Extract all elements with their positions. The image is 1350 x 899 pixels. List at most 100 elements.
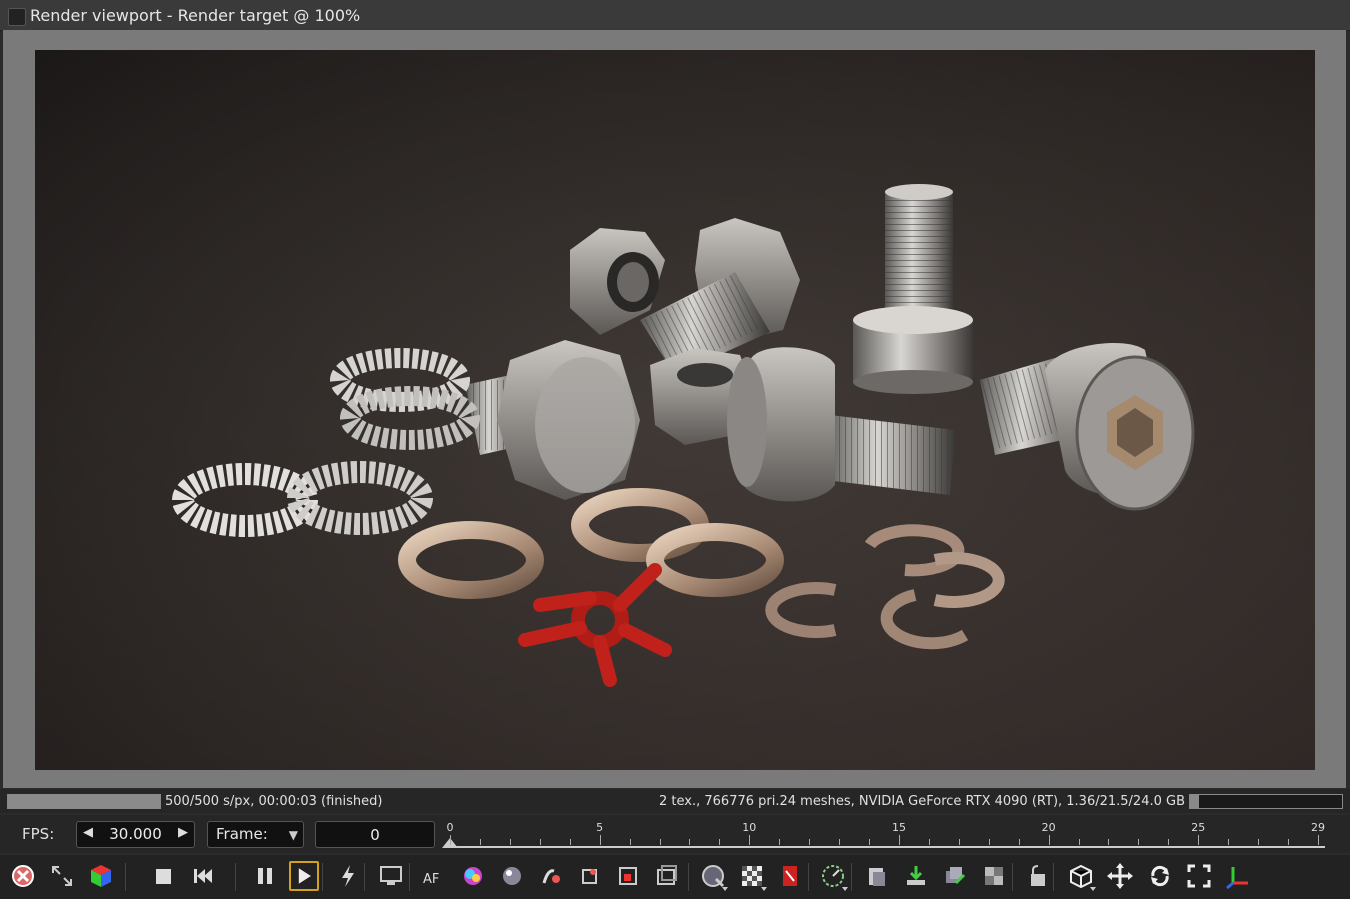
axis-icon[interactable] bbox=[1223, 861, 1253, 891]
timeline-tick bbox=[809, 839, 811, 845]
lightning-icon[interactable] bbox=[333, 861, 363, 891]
window-icon bbox=[8, 8, 26, 26]
fps-label: FPS: bbox=[22, 825, 55, 843]
render-passes-icon[interactable] bbox=[979, 861, 1009, 891]
toolbar-separator bbox=[851, 863, 852, 891]
clay-mode-icon[interactable] bbox=[775, 861, 805, 891]
timeline-tick bbox=[539, 839, 541, 845]
timeline-label: 0 bbox=[446, 821, 454, 834]
play-icon[interactable] bbox=[289, 861, 319, 891]
lock-icon[interactable] bbox=[1023, 861, 1053, 891]
light-picker-icon[interactable] bbox=[536, 861, 566, 891]
window-title: Render viewport - Render target @ 100% bbox=[30, 6, 361, 25]
toolbar-separator bbox=[409, 863, 410, 891]
timeline-tick bbox=[1258, 839, 1260, 845]
timeline-label: 5 bbox=[596, 821, 604, 834]
timeline-tick bbox=[1138, 839, 1140, 845]
alpha-checker-icon[interactable] bbox=[737, 861, 767, 891]
timeline-label: 10 bbox=[742, 821, 757, 834]
render-viewport[interactable] bbox=[3, 30, 1346, 788]
scene-stats: 2 tex., 766776 pri.24 meshes, NVIDIA GeF… bbox=[659, 794, 1185, 809]
timeline-tick bbox=[869, 839, 871, 845]
camera-cube-icon[interactable] bbox=[1066, 861, 1096, 891]
timeline-label: 20 bbox=[1041, 821, 1056, 834]
timeline-tick bbox=[719, 839, 721, 845]
toolbar-separator bbox=[808, 863, 809, 891]
status-bar: 500/500 s/px, 00:00:03 (finished) 2 tex.… bbox=[0, 789, 1350, 813]
rewind-icon[interactable] bbox=[188, 861, 218, 891]
timeline-label: 15 bbox=[891, 821, 906, 834]
rotate-icon[interactable] bbox=[1145, 861, 1175, 891]
timeline-label: 29 bbox=[1311, 821, 1325, 834]
timeline-tick bbox=[1078, 839, 1080, 845]
resize-icon[interactable] bbox=[47, 861, 77, 891]
timeline-tick bbox=[839, 839, 841, 845]
timeline-tick bbox=[569, 839, 571, 845]
move-icon[interactable] bbox=[1105, 861, 1135, 891]
timeline-tick bbox=[1288, 839, 1290, 845]
time-icon[interactable] bbox=[818, 861, 848, 891]
save-render-icon[interactable] bbox=[901, 861, 931, 891]
color-picker-icon[interactable] bbox=[458, 861, 488, 891]
toolbar-separator bbox=[1053, 863, 1054, 891]
display-icon[interactable] bbox=[376, 861, 406, 891]
export-passes-icon[interactable] bbox=[940, 861, 970, 891]
timeline-tick bbox=[479, 839, 481, 845]
timeline-label: 25 bbox=[1191, 821, 1206, 834]
timeline-slider[interactable]: 0 5 10 15 20 25 29 bbox=[442, 821, 1325, 851]
frame-value[interactable]: 0 bbox=[370, 826, 380, 844]
toolbar-separator bbox=[364, 863, 365, 891]
toolbar-separator bbox=[235, 863, 236, 891]
timeline-tick bbox=[1108, 839, 1110, 845]
render-progress-bar bbox=[7, 794, 161, 809]
timeline-tick bbox=[450, 835, 451, 845]
autofocus-icon[interactable]: AF bbox=[419, 861, 449, 891]
svg-text:AF: AF bbox=[423, 872, 439, 887]
region-render-icon[interactable] bbox=[613, 861, 643, 891]
timeline-tick bbox=[599, 835, 601, 845]
memory-usage-fill bbox=[1190, 795, 1199, 808]
stop-icon[interactable] bbox=[148, 861, 178, 891]
frame-input[interactable]: 0 bbox=[315, 821, 435, 848]
timeline-tick bbox=[958, 839, 960, 845]
toolbar-separator bbox=[125, 863, 126, 891]
timeline-tick bbox=[659, 839, 661, 845]
playback-controls: FPS: ◀ 30.000 ▶ Frame: ▼ 0 0 5 10 15 20 25 29 bbox=[0, 815, 1350, 853]
timeline-tick bbox=[1168, 839, 1170, 845]
fps-spinbox[interactable]: ◀ 30.000 ▶ bbox=[76, 821, 195, 848]
timeline-tick bbox=[1018, 839, 1020, 845]
timeline-tick bbox=[1228, 839, 1230, 845]
timeline-track[interactable] bbox=[450, 846, 1325, 848]
world-picker-icon[interactable] bbox=[698, 861, 728, 891]
render-image[interactable] bbox=[35, 50, 1315, 770]
timeline-tick bbox=[898, 835, 900, 845]
fps-increase-icon[interactable]: ▶ bbox=[178, 825, 188, 840]
window-titlebar: Render viewport - Render target @ 100% bbox=[0, 0, 1350, 31]
cancel-render-icon[interactable] bbox=[8, 861, 38, 891]
timeline-tick bbox=[928, 839, 930, 845]
timeline-tick bbox=[779, 839, 781, 845]
timeline-tick bbox=[1318, 835, 1319, 845]
fps-value[interactable]: 30.000 bbox=[77, 825, 194, 843]
scene-cube-icon[interactable] bbox=[86, 861, 116, 891]
toolbar-separator bbox=[1012, 863, 1013, 891]
render-toolbar: AF bbox=[0, 855, 1350, 899]
render-progress-fill bbox=[8, 795, 160, 808]
timeline-tick bbox=[749, 835, 751, 845]
pause-icon[interactable] bbox=[250, 861, 280, 891]
timeline-tick bbox=[1048, 835, 1050, 845]
toolbar-separator bbox=[688, 863, 689, 891]
frame-mode-dropdown[interactable]: Frame: ▼ bbox=[207, 821, 304, 848]
render-stats: 500/500 s/px, 00:00:03 (finished) bbox=[165, 794, 383, 809]
material-picker-icon[interactable] bbox=[497, 861, 527, 891]
copy-clipboard-icon[interactable] bbox=[862, 861, 892, 891]
timeline-tick bbox=[1198, 835, 1200, 845]
film-region-icon[interactable] bbox=[652, 861, 682, 891]
fit-view-icon[interactable] bbox=[1184, 861, 1214, 891]
toolbar-separator bbox=[322, 863, 323, 891]
render-scene bbox=[35, 50, 1315, 770]
timeline-tick bbox=[988, 839, 990, 845]
object-picker-icon[interactable] bbox=[575, 861, 605, 891]
chevron-down-icon: ▼ bbox=[288, 828, 298, 842]
timeline-tick bbox=[689, 839, 691, 845]
